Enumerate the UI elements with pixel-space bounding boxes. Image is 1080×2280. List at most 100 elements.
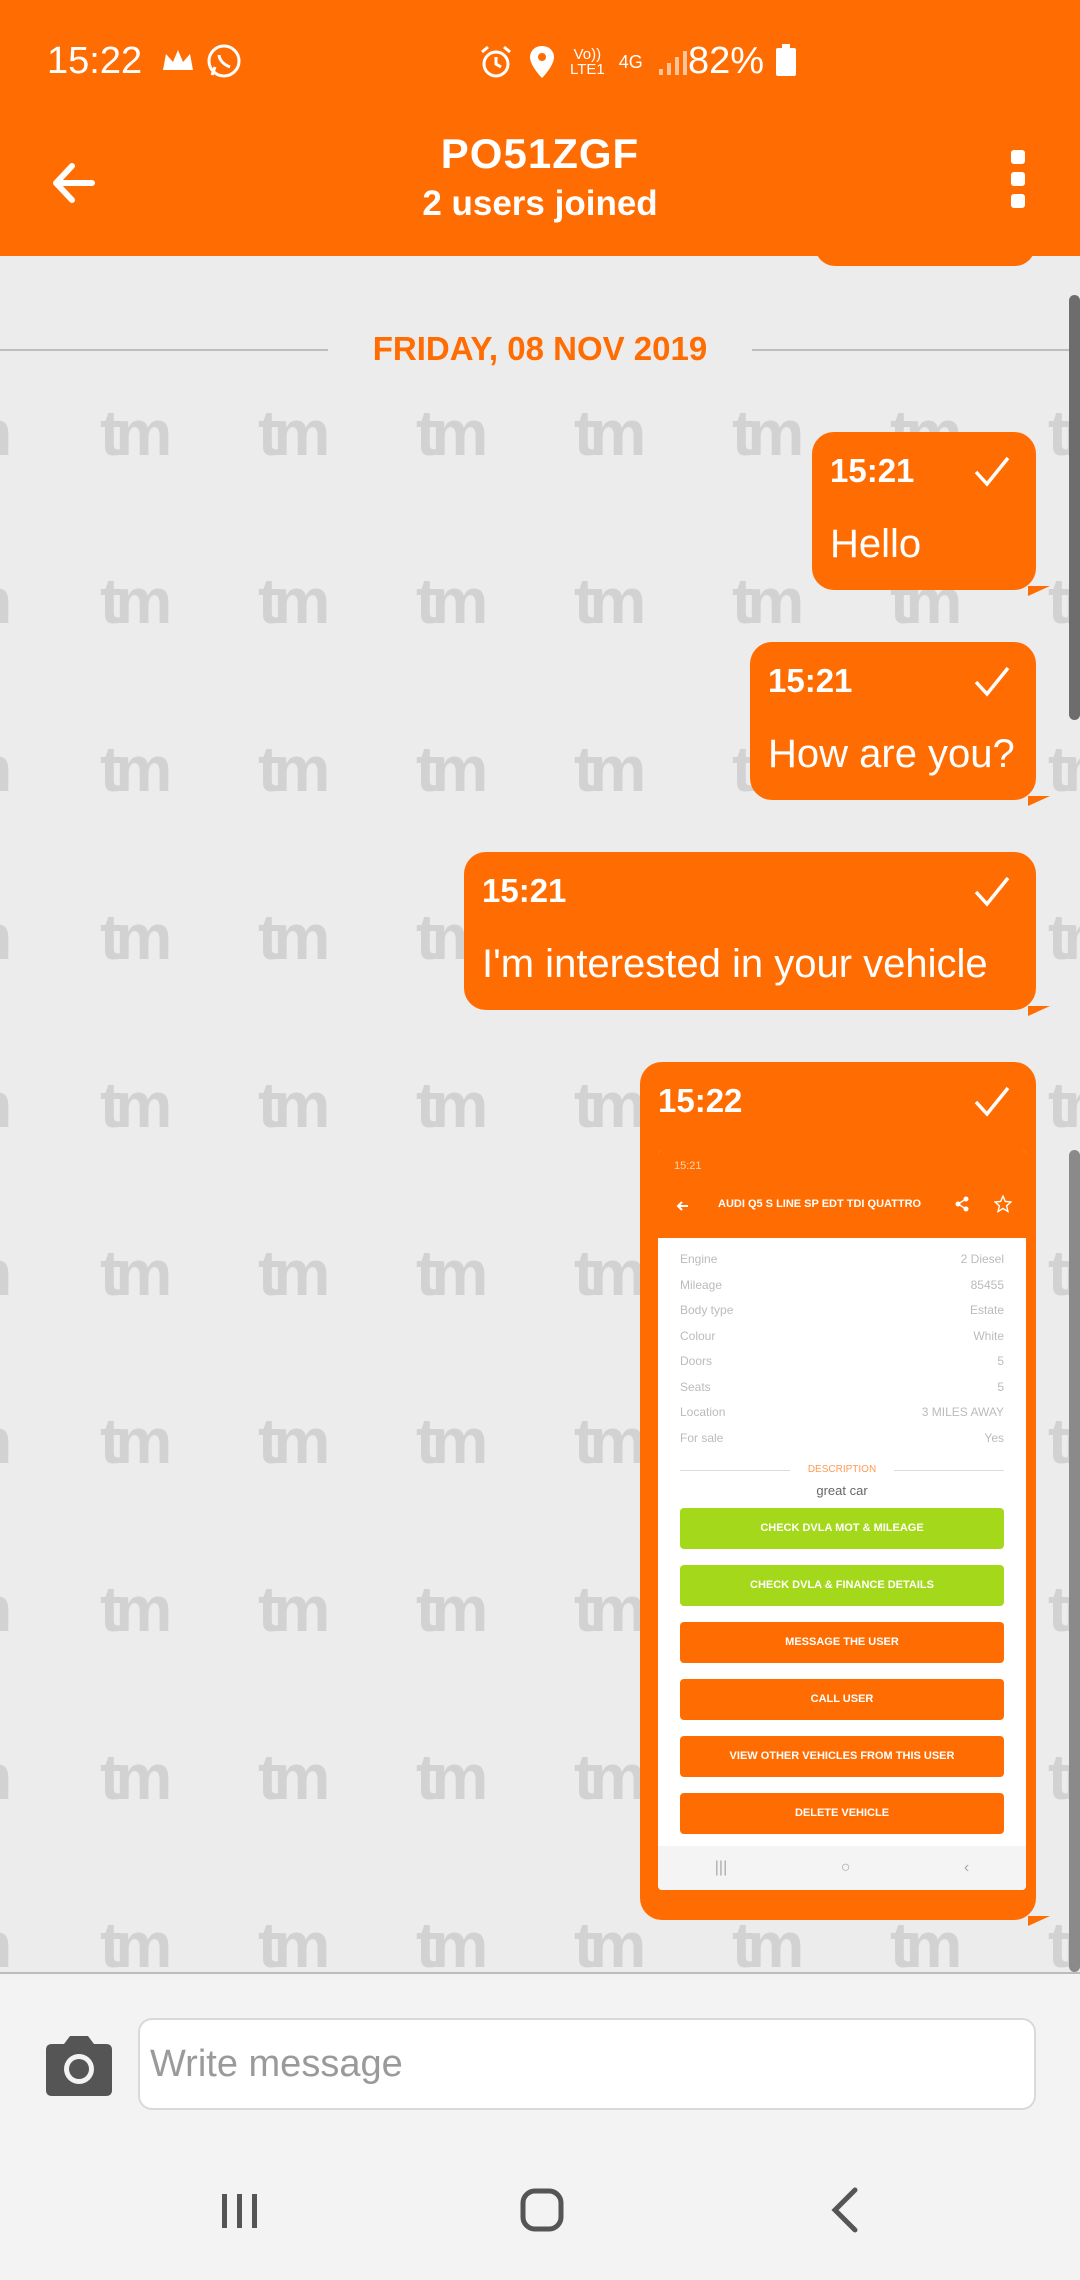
message-time: 15:22 — [658, 1082, 743, 1119]
watermark-logo: tm — [416, 565, 488, 637]
screenshot-spec-row: For sale Yes — [680, 1431, 1004, 1457]
watermark-logo: tm — [574, 565, 646, 637]
watermark-logo: tm — [100, 1405, 172, 1477]
watermark-logo: tm — [1048, 1069, 1080, 1141]
watermark-logo: tm — [0, 396, 12, 470]
watermark-logo: tm — [0, 1740, 12, 1814]
watermark-logo: tm — [416, 1237, 488, 1309]
recent-apps-icon[interactable] — [200, 2180, 280, 2240]
spec-value: 5 — [997, 1379, 1004, 1394]
watermark-logo: tm — [574, 397, 646, 469]
message-bubble[interactable]: 15:21 How are you? — [750, 642, 1050, 806]
spec-label: Mileage — [680, 1277, 723, 1292]
message-time: 15:21 — [768, 662, 853, 699]
watermark-logo: tm — [416, 1405, 488, 1477]
message-input[interactable] — [138, 2018, 1036, 2110]
image-message-bubble[interactable]: 15:22 15:21 AUDI Q5 S LINE SP EDT TDI QU… — [640, 1062, 1050, 1926]
watermark-logo: tm — [574, 1741, 646, 1813]
scrollbar-track[interactable] — [1069, 1150, 1080, 1972]
attached-screenshot-image[interactable]: 15:21 AUDI Q5 S LINE SP EDT TDI QUATTRO … — [658, 1150, 1026, 1890]
watermark-logo: tm — [100, 1909, 172, 1972]
spec-label: Doors — [680, 1354, 713, 1368]
crown-icon — [163, 50, 193, 71]
sent-check-icon — [974, 666, 1010, 697]
spec-value: 5 — [997, 1354, 1004, 1368]
sent-check-icon — [974, 456, 1010, 487]
watermark-logo: tm — [100, 397, 172, 469]
spec-value: 85455 — [970, 1277, 1004, 1292]
call-user-button: CALL USER — [680, 1679, 1004, 1720]
status-time: 15:22 — [47, 40, 143, 82]
previous-message-bubble — [815, 256, 1035, 266]
spec-value: 3 MILES AWAY — [921, 1405, 1004, 1419]
view-other-vehicles-button: VIEW OTHER VEHICLES FROM THIS USER — [680, 1736, 1004, 1777]
message-text: I'm interested in your vehicle — [482, 942, 988, 986]
watermark-logo: tm — [0, 1908, 12, 1972]
check-dvla-mot-button: CHECK DVLA MOT & MILEAGE — [680, 1508, 1004, 1549]
watermark-logo: tm — [100, 1069, 172, 1141]
screenshot-spec-row: Seats 5 — [680, 1380, 1004, 1406]
watermark-logo: tm — [258, 1909, 330, 1972]
watermark-logo: tm — [574, 1405, 646, 1477]
more-options-icon[interactable] — [1000, 150, 1036, 220]
watermark-logo: tm — [1048, 901, 1080, 973]
message-text: Hello — [830, 522, 922, 566]
watermark-logo: tm — [0, 1236, 12, 1310]
watermark-logo: tm — [100, 1573, 172, 1645]
message-time: 15:21 — [830, 452, 915, 489]
chat-title: PO51ZGF — [440, 130, 640, 177]
watermark-logo: tm — [258, 1741, 330, 1813]
screenshot-back-nav-icon: ‹ — [963, 1859, 970, 1876]
message-composer — [0, 1972, 1080, 2142]
watermark-logo: tm — [258, 397, 330, 469]
system-navigation-bar — [0, 2140, 1080, 2280]
spec-value: Yes — [984, 1430, 1004, 1445]
watermark-logo: tm — [100, 733, 172, 805]
spec-label: Location — [680, 1405, 726, 1419]
watermark-logo: tm — [732, 397, 804, 469]
scrollbar-thumb[interactable] — [1069, 295, 1080, 720]
watermark-logo: tm — [574, 1909, 646, 1972]
watermark-logo: tm — [258, 565, 330, 637]
chat-messages-area[interactable]: tm tm tm tm tm tm tm tm tm tm tm tm tm tm tm tm tm tm tm tm… — [0, 256, 1080, 1972]
watermark-logo: tm — [416, 1069, 488, 1141]
watermark-logo: tm — [0, 1404, 12, 1478]
screenshot-header: 15:21 AUDI Q5 S LINE SP EDT TDI QUATTRO — [658, 1150, 1026, 1238]
screenshot-home-icon: ○ — [840, 1859, 851, 1876]
home-icon[interactable] — [502, 2180, 582, 2240]
spec-label: Seats — [680, 1379, 711, 1394]
message-time: 15:21 — [482, 872, 567, 909]
spec-label: Engine — [680, 1252, 718, 1266]
watermark-logo: tm — [258, 1237, 330, 1309]
check-dvla-finance-button: CHECK DVLA & FINANCE DETAILS — [680, 1565, 1004, 1606]
watermark-logo: tm — [0, 564, 12, 638]
battery-status: 82% — [688, 40, 797, 83]
watermark-logo: tm — [0, 1572, 12, 1646]
sent-check-icon — [974, 876, 1010, 907]
watermark-logo: tm — [416, 1573, 488, 1645]
signal-icon — [658, 51, 687, 75]
back-nav-icon[interactable] — [805, 2180, 885, 2240]
watermark-logo: tm — [0, 732, 12, 806]
message-bubble[interactable]: 15:21 Hello — [812, 432, 1050, 596]
spec-label: Body type — [680, 1303, 734, 1317]
watermark-logo: tm — [416, 1909, 488, 1972]
sent-check-icon — [974, 1086, 1010, 1117]
status-right-icons: Vo)) LTE1 4G — [478, 44, 691, 80]
status-left-icons — [160, 40, 243, 80]
app-header: 15:22 Vo)) LTE1 4G 82% PO51ZGF 2 users j… — [0, 0, 1080, 256]
watermark-logo: tm — [416, 397, 488, 469]
camera-icon[interactable] — [40, 2032, 118, 2098]
screenshot-back-icon — [676, 1201, 688, 1211]
watermark-logo: tm — [574, 1573, 646, 1645]
watermark-logo: tm — [258, 901, 330, 973]
watermark-logo: tm — [1048, 733, 1080, 805]
watermark-logo: tm — [574, 1237, 646, 1309]
watermark-logo: tm — [100, 1237, 172, 1309]
battery-icon — [775, 44, 796, 76]
watermark-logo: tm — [574, 1069, 646, 1141]
message-bubble[interactable]: 15:21 I'm interested in your vehicle — [464, 852, 1050, 1016]
watermark-logo: tm — [0, 1068, 12, 1142]
screenshot-spec-row: Colour White — [680, 1329, 1004, 1355]
watermark-logo: tm — [416, 1741, 488, 1813]
